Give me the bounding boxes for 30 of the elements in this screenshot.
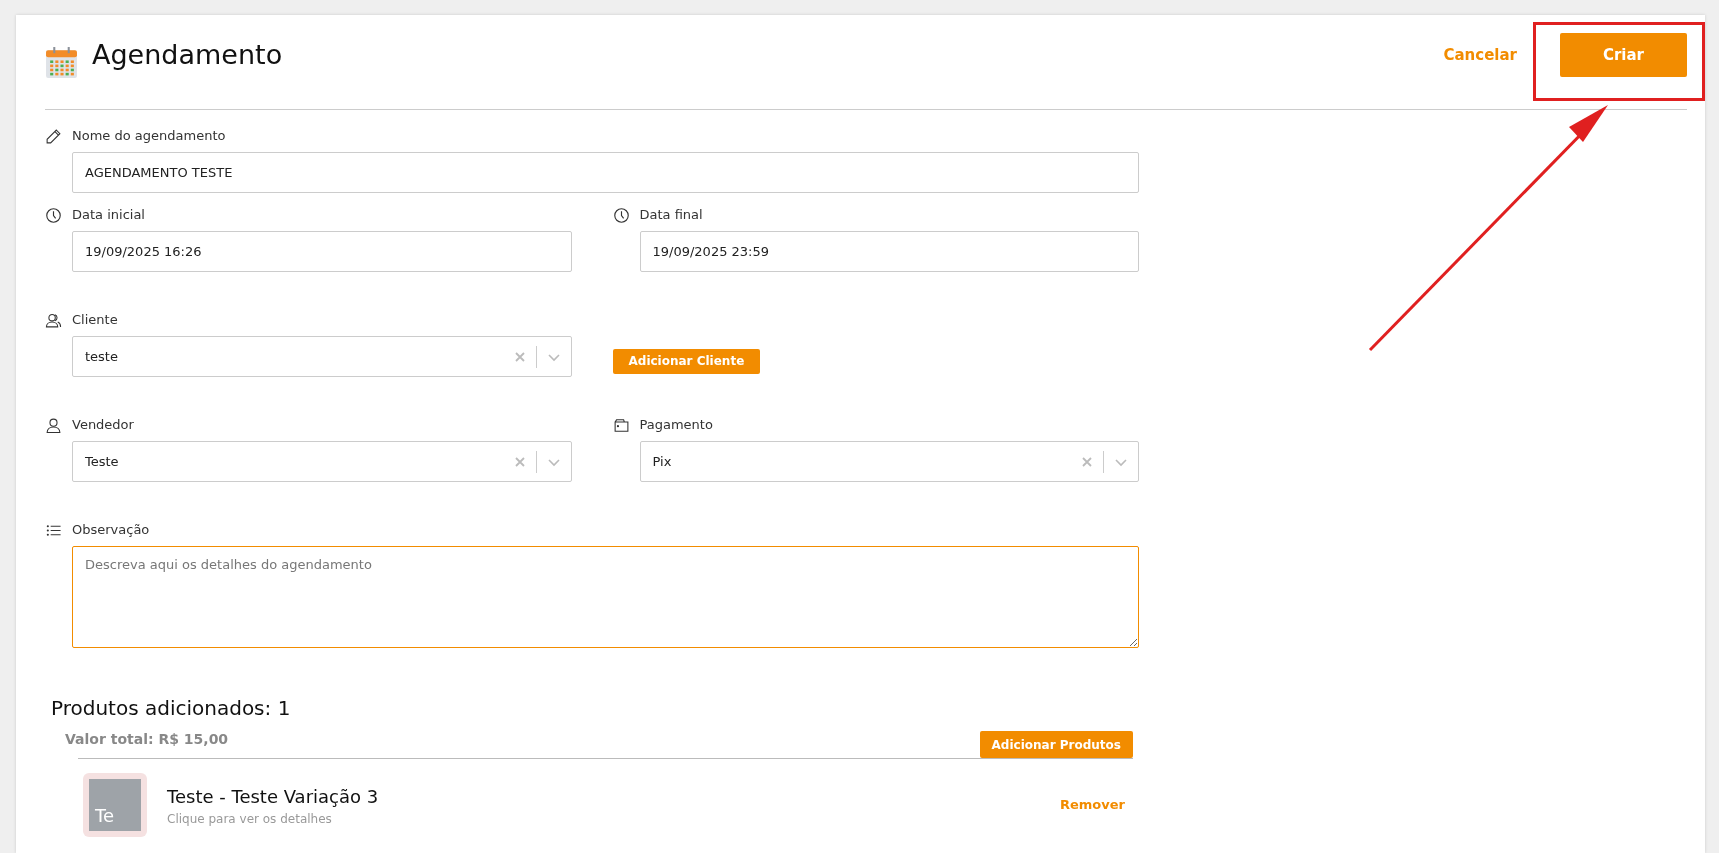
product-name[interactable]: Teste - Teste Variação 3 [167, 782, 1060, 810]
select-field[interactable]: teste [72, 336, 572, 377]
field-label: Observação [72, 521, 150, 540]
text-field[interactable]: 19/09/2025 16:26 [72, 231, 572, 272]
page-title: Agendamento [92, 37, 284, 72]
field-label: Nome do agendamento [72, 127, 226, 146]
field-label: Data final [639, 206, 703, 225]
field-label: Cliente [72, 311, 118, 330]
clock-icon [612, 206, 630, 224]
field-label: Pagamento [639, 416, 713, 435]
product-hint: Clique para ver os detalhes [167, 810, 333, 828]
clock-icon [45, 206, 62, 224]
total-value: Valor total: R$ 15,00 [65, 730, 229, 749]
select-field[interactable]: Pix [639, 441, 1139, 482]
clear-icon[interactable] [513, 455, 526, 468]
text-field[interactable]: 19/09/2025 23:59 [639, 231, 1139, 272]
products-heading: Produtos adicionados: 1 [51, 695, 292, 722]
calendar-icon [45, 45, 78, 79]
clear-icon[interactable] [513, 350, 526, 363]
user-icon [45, 416, 62, 434]
clear-icon[interactable] [1081, 455, 1093, 468]
users-icon [45, 311, 62, 329]
field-label: Vendedor [72, 416, 134, 435]
wallet-icon [612, 416, 630, 434]
thumbnail-initials: Te [95, 804, 114, 828]
select-field[interactable]: Teste [72, 441, 572, 482]
field-label: Data inicial [72, 206, 145, 225]
notes-textarea[interactable]: Descreva aqui os detalhes do agendamento [72, 546, 1139, 648]
text-field[interactable]: AGENDAMENTO TESTE [72, 152, 1139, 193]
pencil-icon [45, 127, 62, 145]
